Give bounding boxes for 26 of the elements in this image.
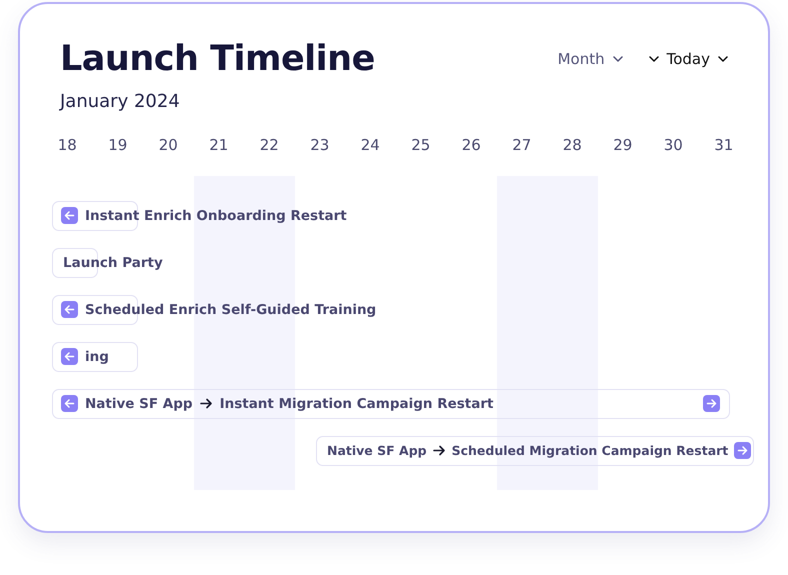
day-label: 30 <box>662 136 684 154</box>
event-label: Instant Enrich Onboarding Restart <box>85 208 347 224</box>
timeline-title: Launch Timeline <box>60 40 375 78</box>
day-label: 23 <box>309 136 330 154</box>
event-label: Instant Migration Campaign Restart <box>220 396 494 412</box>
day-label: 27 <box>511 136 532 154</box>
day-label: 20 <box>158 136 179 154</box>
day-label: 24 <box>360 136 381 154</box>
day-label: 19 <box>107 136 128 154</box>
month-label: January 2024 <box>60 90 181 112</box>
day-label: 29 <box>612 136 634 154</box>
view-dropdown[interactable]: Month <box>558 50 623 68</box>
day-label: 22 <box>258 136 280 154</box>
day-label: 28 <box>562 136 583 154</box>
day-label: 25 <box>410 136 432 154</box>
event-label: Scheduled Enrich Self-Guided Training <box>85 302 376 318</box>
event-label: Scheduled Migration Campaign Restart <box>452 443 728 458</box>
event-source: Native SF App <box>327 443 427 458</box>
event-label: Launch Party <box>63 254 163 270</box>
day-label: 18 <box>56 136 78 154</box>
day-label: 31 <box>713 136 734 154</box>
event-source: Native SF App <box>85 396 193 412</box>
day-label: 21 <box>208 136 230 154</box>
day-label: 26 <box>460 136 482 154</box>
event-label: ing <box>85 348 109 364</box>
today-dropdown[interactable]: Today <box>648 50 728 68</box>
